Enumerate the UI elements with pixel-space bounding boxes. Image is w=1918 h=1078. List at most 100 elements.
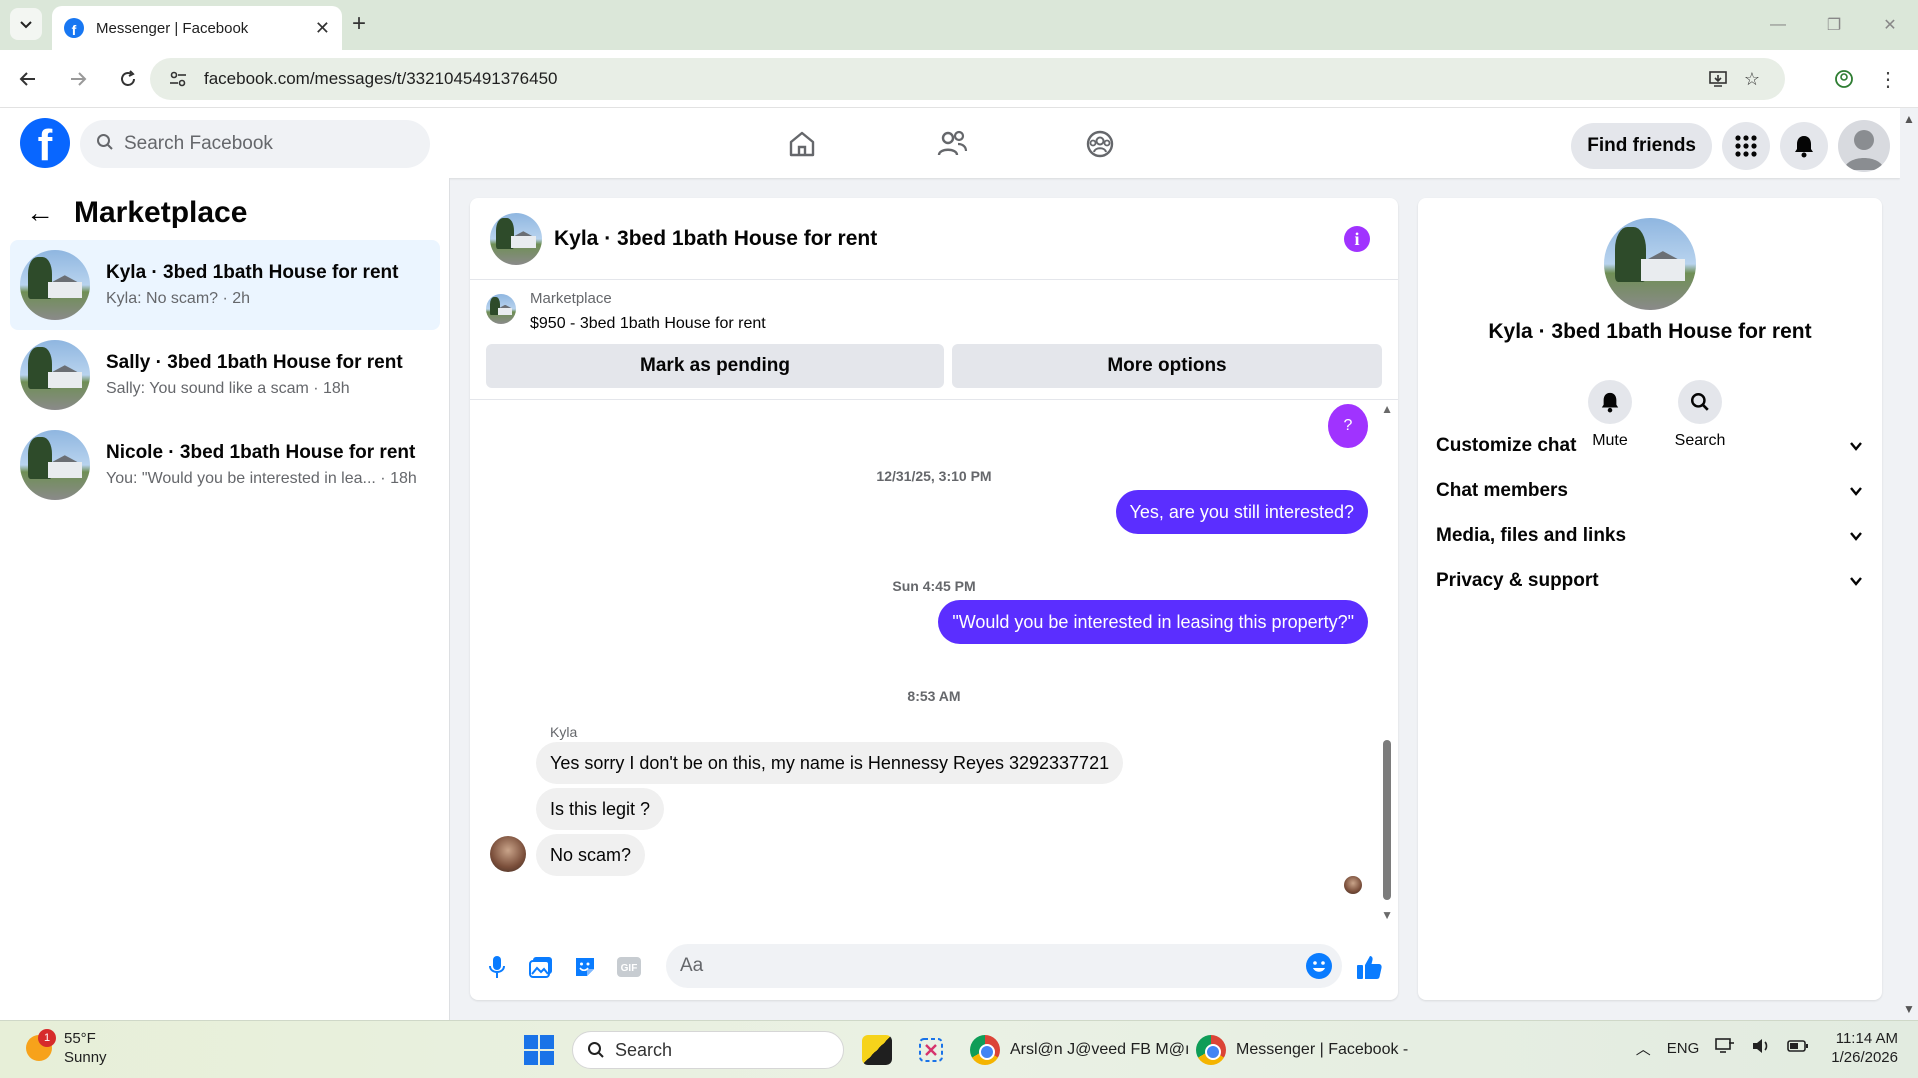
- restore-icon[interactable]: ❐: [1806, 0, 1862, 50]
- taskbar-search-box[interactable]: Search: [572, 1031, 844, 1069]
- media-files-links-section[interactable]: Media, files and links: [1436, 516, 1864, 556]
- bell-icon: [1601, 392, 1619, 413]
- outgoing-message: Yes, are you still interested?: [1115, 490, 1368, 534]
- chat-members-section[interactable]: Chat members: [1436, 471, 1864, 511]
- weather-widget[interactable]: 1 55°F Sunny: [26, 1029, 107, 1067]
- listing-price-title[interactable]: $950 - 3bed 1bath House for rent: [530, 315, 766, 333]
- windows-start-icon[interactable]: [524, 1035, 554, 1065]
- help-bubble[interactable]: ?: [1328, 404, 1368, 448]
- window-controls: — ❐ ✕: [1750, 0, 1918, 50]
- mark-as-pending-button[interactable]: Mark as pending: [486, 344, 944, 388]
- forward-button[interactable]: [56, 57, 100, 101]
- install-app-icon[interactable]: [1701, 69, 1735, 89]
- emoji-icon[interactable]: [1306, 953, 1332, 979]
- chat-header: Kyla · 3bed 1bath House for rent i: [470, 198, 1398, 280]
- conversation-sally[interactable]: Sally · 3bed 1bath House for rent Sally:…: [10, 330, 440, 420]
- reload-icon: [121, 69, 135, 86]
- microphone-icon[interactable]: [482, 952, 512, 982]
- weather-badge: 1: [38, 1029, 56, 1047]
- sticker-icon[interactable]: [570, 952, 600, 982]
- facebook-search-input[interactable]: Search Facebook: [80, 120, 430, 168]
- chrome-window-arsl-taskbar[interactable]: Arsl@n J@veed FB M@ı: [970, 1033, 1189, 1067]
- address-bar[interactable]: facebook.com/messages/t/3321045491376450…: [150, 58, 1785, 100]
- section-label: Media, files and links: [1436, 525, 1627, 546]
- language-indicator[interactable]: ENG: [1667, 1040, 1700, 1057]
- close-tab-icon[interactable]: ✕: [315, 18, 330, 39]
- chrome-icon: [970, 1035, 1000, 1065]
- section-label: Chat members: [1436, 480, 1568, 501]
- scroll-up-arrow[interactable]: ▲: [1381, 402, 1393, 416]
- chat-scrollbar-thumb[interactable]: [1383, 740, 1391, 900]
- friends-nav-icon[interactable]: [930, 122, 974, 166]
- sticky-notes-taskbar-icon[interactable]: [862, 1033, 902, 1067]
- arrow-right-icon: [71, 71, 87, 86]
- menu-kebab-icon[interactable]: ⋮: [1866, 67, 1910, 92]
- conversation-nicole[interactable]: Nicole · 3bed 1bath House for rent You: …: [10, 420, 440, 510]
- notifications-button[interactable]: [1780, 122, 1828, 170]
- battery-icon[interactable]: [1787, 1039, 1809, 1057]
- listing-thumbnail[interactable]: [486, 294, 516, 324]
- network-icon[interactable]: [1715, 1037, 1735, 1059]
- more-options-button[interactable]: More options: [952, 344, 1382, 388]
- windows-taskbar: 1 55°F Sunny Search Arsl@n J@veed FB M@ı…: [0, 1020, 1918, 1078]
- system-tray: ︿ ENG 11:14 AM 1/26/2026: [1620, 1029, 1898, 1067]
- conversation-name: Kyla · 3bed 1bath House for rent: [106, 262, 399, 283]
- tab-search-button[interactable]: [10, 8, 42, 40]
- taskbar-app-label: Arsl@n J@veed FB M@ı: [1010, 1041, 1190, 1058]
- conversation-preview: You: "Would you be interested in lea... …: [106, 470, 417, 487]
- conversation-name: Sally · 3bed 1bath House for rent: [106, 352, 403, 373]
- photo-icon[interactable]: [526, 952, 556, 982]
- incoming-message: Yes sorry I don't be on this, my name is…: [536, 742, 1124, 784]
- chat-avatar[interactable]: [490, 212, 542, 265]
- browser-tab-messenger[interactable]: f Messenger | Facebook ✕: [52, 6, 342, 50]
- bookmark-star-icon[interactable]: ☆: [1735, 69, 1769, 90]
- scroll-down-arrow[interactable]: ▼: [1381, 908, 1393, 922]
- volume-icon[interactable]: [1751, 1037, 1771, 1059]
- search-icon: [96, 133, 114, 156]
- chevron-down-icon: [1850, 442, 1862, 451]
- customize-chat-section[interactable]: Customize chat: [1436, 426, 1864, 466]
- info-icon[interactable]: i: [1344, 226, 1370, 252]
- outgoing-message: "Would you be interested in leasing this…: [938, 600, 1368, 644]
- marketplace-label: Marketplace: [530, 290, 612, 307]
- page-scroll-up-arrow[interactable]: ▲: [1903, 112, 1915, 126]
- chevron-down-icon: [1850, 577, 1862, 586]
- system-clock[interactable]: 11:14 AM 1/26/2026: [1831, 1029, 1898, 1067]
- chat-title[interactable]: Kyla · 3bed 1bath House for rent: [554, 227, 877, 251]
- clock-date: 1/26/2026: [1831, 1049, 1898, 1066]
- account-avatar[interactable]: [1838, 120, 1890, 172]
- site-info-icon[interactable]: [166, 67, 190, 91]
- taskbar-app-label: Messenger | Facebook -: [1236, 1041, 1409, 1058]
- snipping-tool-taskbar-icon[interactable]: [916, 1033, 946, 1067]
- conversation-name: Nicole · 3bed 1bath House for rent: [106, 442, 416, 463]
- close-window-icon[interactable]: ✕: [1862, 0, 1918, 50]
- conversation-kyla[interactable]: Kyla · 3bed 1bath House for rent Kyla: N…: [10, 240, 440, 330]
- chrome-window-messenger-taskbar[interactable]: Messenger | Facebook -: [1196, 1033, 1408, 1067]
- menu-grid-button[interactable]: [1722, 122, 1770, 170]
- groups-nav-icon[interactable]: [1078, 122, 1122, 166]
- find-friends-button[interactable]: Find friends: [1571, 123, 1712, 169]
- facebook-logo-icon[interactable]: f: [20, 118, 70, 168]
- tray-overflow-icon[interactable]: ︿: [1636, 1038, 1651, 1059]
- section-label: Privacy & support: [1436, 570, 1599, 591]
- message-composer: GIF Aa: [470, 934, 1398, 1000]
- browser-right-actions: ⋮: [1822, 58, 1910, 100]
- back-arrow-icon[interactable]: ←: [26, 197, 54, 229]
- message-input[interactable]: Aa: [666, 944, 1342, 988]
- home-nav-icon[interactable]: [780, 122, 824, 166]
- back-button[interactable]: [6, 57, 50, 101]
- read-receipt-avatar: [1344, 876, 1362, 894]
- gif-icon[interactable]: GIF: [614, 952, 644, 982]
- search-icon: [1691, 393, 1709, 411]
- privacy-support-section[interactable]: Privacy & support: [1436, 561, 1864, 601]
- profile-icon[interactable]: [1822, 69, 1866, 89]
- sender-avatar[interactable]: [490, 836, 526, 872]
- thumbs-up-icon[interactable]: [1354, 952, 1384, 982]
- details-avatar[interactable]: [1604, 218, 1696, 310]
- tab-title: Messenger | Facebook: [96, 19, 249, 37]
- page-scroll-down-arrow[interactable]: ▼: [1903, 1002, 1915, 1016]
- page-scrollbar[interactable]: ▲ ▼: [1900, 108, 1918, 1020]
- new-tab-button[interactable]: +: [352, 10, 366, 38]
- reload-button[interactable]: [106, 57, 150, 101]
- minimize-icon[interactable]: —: [1750, 0, 1806, 50]
